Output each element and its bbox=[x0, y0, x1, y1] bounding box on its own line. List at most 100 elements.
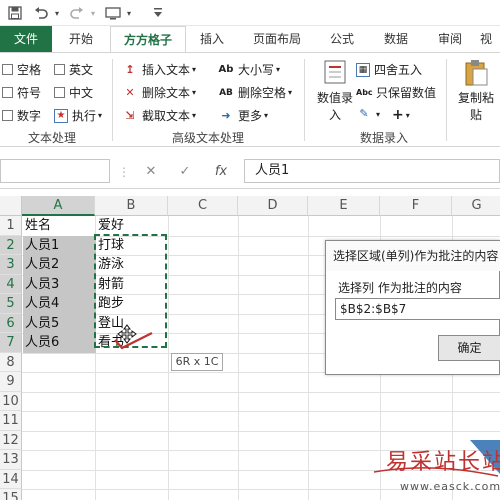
execute-button[interactable]: ★ 执行 ▾ bbox=[54, 107, 102, 124]
group-separator bbox=[446, 59, 447, 141]
tab-review[interactable]: 审阅 bbox=[428, 26, 472, 52]
checkbox-chinese[interactable]: 中文 bbox=[54, 84, 93, 101]
row-header-1[interactable]: 1 bbox=[0, 216, 22, 236]
redo-dropdown-icon[interactable]: ▾ bbox=[88, 3, 98, 23]
delete-text-icon: ✕ bbox=[125, 85, 135, 99]
row-gridline bbox=[22, 411, 500, 412]
checkbox-english[interactable]: 英文 bbox=[54, 61, 93, 78]
comment-range-dialog: 选择区域(单列)作为批注的内容 选择列 作为批注的内容 $B$2:$B$7 确定 bbox=[325, 240, 500, 375]
rounding-icon: ▦ bbox=[356, 62, 370, 77]
insert-text-button[interactable]: ↥ 插入文本 ▾ bbox=[122, 61, 196, 78]
row-header-10[interactable]: 10 bbox=[0, 391, 22, 411]
chevron-down-icon: ▾ bbox=[276, 65, 281, 74]
chevron-down-icon: ▾ bbox=[405, 110, 410, 120]
row-header-4[interactable]: 4 bbox=[0, 274, 22, 294]
data-entry-button[interactable]: 数值录 入 bbox=[312, 59, 358, 129]
edit-icon: ✎ bbox=[359, 107, 369, 120]
screen-icon[interactable] bbox=[102, 3, 124, 23]
column-header-e[interactable]: E bbox=[308, 196, 380, 216]
tab-page-layout[interactable]: 页面布局 bbox=[244, 26, 310, 52]
group-separator bbox=[112, 59, 113, 141]
watermark: 易采站长站 www.easck.com bbox=[370, 440, 500, 500]
selection-size-tooltip: 6R x 1C bbox=[171, 353, 223, 371]
name-box[interactable] bbox=[0, 159, 110, 183]
tab-fangfang[interactable]: 方方格子 bbox=[110, 26, 186, 52]
cut-text-icon: ⇲ bbox=[125, 108, 135, 122]
row-header-14[interactable]: 14 bbox=[0, 469, 22, 489]
ok-button[interactable]: 确定 bbox=[438, 335, 500, 361]
cell-a4[interactable]: 人员3 bbox=[22, 275, 95, 295]
delete-space-button[interactable]: AB 删除空格 ▾ bbox=[218, 84, 292, 101]
chevron-down-icon: ▾ bbox=[376, 109, 381, 119]
case-button[interactable]: Ab 大小写 ▾ bbox=[218, 61, 280, 78]
save-icon[interactable] bbox=[4, 3, 26, 23]
column-header-c[interactable]: C bbox=[168, 196, 238, 216]
copy-paste-button[interactable]: 复制粘 贴 bbox=[452, 59, 500, 129]
column-header-b[interactable]: B bbox=[95, 196, 168, 216]
screen-dropdown-icon[interactable]: ▾ bbox=[124, 3, 134, 23]
chevron-down-icon: ▾ bbox=[192, 65, 197, 74]
row-header-5[interactable]: 5 bbox=[0, 294, 22, 314]
chevron-down-icon: ▾ bbox=[192, 88, 197, 97]
tab-insert[interactable]: 插入 bbox=[192, 26, 232, 52]
undo-icon[interactable] bbox=[30, 3, 52, 23]
tab-formulas[interactable]: 公式 bbox=[320, 26, 364, 52]
column-header-d[interactable]: D bbox=[238, 196, 308, 216]
row-header-3[interactable]: 3 bbox=[0, 255, 22, 275]
column-header-a[interactable]: A bbox=[22, 196, 95, 216]
column-gridline bbox=[168, 216, 169, 500]
tab-view[interactable]: 视 bbox=[480, 26, 500, 52]
tab-data[interactable]: 数据 bbox=[374, 26, 418, 52]
delete-text-button[interactable]: ✕ 删除文本 ▾ bbox=[122, 84, 196, 101]
cell-a1[interactable]: 姓名 bbox=[22, 216, 95, 236]
cell-a3[interactable]: 人员2 bbox=[22, 255, 95, 275]
group-label-data-entry: 数据录入 bbox=[360, 131, 409, 145]
cell-a5[interactable]: 人员4 bbox=[22, 294, 95, 314]
row-header-12[interactable]: 12 bbox=[0, 430, 22, 450]
confirm-icon[interactable]: ✓ bbox=[174, 161, 196, 183]
undo-dropdown-icon[interactable]: ▾ bbox=[52, 3, 62, 23]
data-entry-icon bbox=[324, 60, 346, 84]
insert-function-icon[interactable]: fx bbox=[210, 161, 232, 183]
ribbon: 空格 英文 符号 中文 数字 ★ 执行 ▾ 文本处理 ↥ 插入文本 ▾ ✕ 删除文本… bbox=[0, 52, 500, 147]
cell-b1[interactable]: 爱好 bbox=[95, 216, 168, 236]
more-arrow-icon: ➜ bbox=[221, 108, 231, 122]
checkbox-space[interactable]: 空格 bbox=[2, 61, 41, 78]
cell-a6[interactable]: 人员5 bbox=[22, 314, 95, 334]
row-header-13[interactable]: 13 bbox=[0, 450, 22, 470]
checkbox-number[interactable]: 数字 bbox=[2, 107, 41, 124]
row-gridline bbox=[22, 391, 500, 393]
row-header-9[interactable]: 9 bbox=[0, 372, 22, 392]
cell-a2[interactable]: 人员1 bbox=[22, 236, 95, 256]
row-header-2[interactable]: 2 bbox=[0, 235, 22, 255]
tab-file[interactable]: 文件 bbox=[0, 26, 52, 52]
row-header-6[interactable]: 6 bbox=[0, 313, 22, 333]
range-input[interactable]: $B$2:$B$7 bbox=[335, 298, 500, 320]
row-header-8[interactable]: 8 bbox=[0, 352, 22, 372]
keep-numbers-button[interactable]: Abc 只保留数值 bbox=[356, 84, 436, 101]
column-header-g[interactable]: G bbox=[452, 196, 500, 216]
chevron-down-icon: ▾ bbox=[288, 88, 293, 97]
select-all-corner[interactable] bbox=[0, 196, 22, 216]
cell-a7[interactable]: 人员6 bbox=[22, 333, 95, 353]
execute-icon: ★ bbox=[54, 108, 68, 123]
row-header-7[interactable]: 7 bbox=[0, 333, 22, 353]
dialog-label: 选择列 作为批注的内容 bbox=[338, 281, 462, 295]
delete-space-icon: AB bbox=[219, 87, 233, 98]
edit-dropdown-button[interactable]: ✎ ▾ bbox=[356, 107, 380, 121]
cut-text-button[interactable]: ⇲ 截取文本 ▾ bbox=[122, 107, 196, 124]
customize-qat-icon[interactable] bbox=[152, 3, 164, 23]
cancel-icon[interactable]: ✕ bbox=[140, 161, 162, 183]
checkbox-symbol[interactable]: 符号 bbox=[2, 84, 41, 101]
row-header-15[interactable]: 15 bbox=[0, 489, 22, 500]
rounding-button[interactable]: ▦ 四舍五入 bbox=[356, 61, 422, 78]
move-cursor-icon bbox=[117, 324, 137, 344]
column-header-f[interactable]: F bbox=[380, 196, 452, 216]
chevron-down-icon: ▾ bbox=[264, 111, 269, 120]
add-dropdown-button[interactable]: + ▾ bbox=[392, 107, 410, 123]
redo-icon[interactable] bbox=[66, 3, 88, 23]
more-button[interactable]: ➜ 更多 ▾ bbox=[218, 107, 268, 124]
row-header-11[interactable]: 11 bbox=[0, 411, 22, 431]
formula-input[interactable]: 人员1 bbox=[244, 159, 500, 183]
tab-home[interactable]: 开始 bbox=[58, 26, 104, 52]
